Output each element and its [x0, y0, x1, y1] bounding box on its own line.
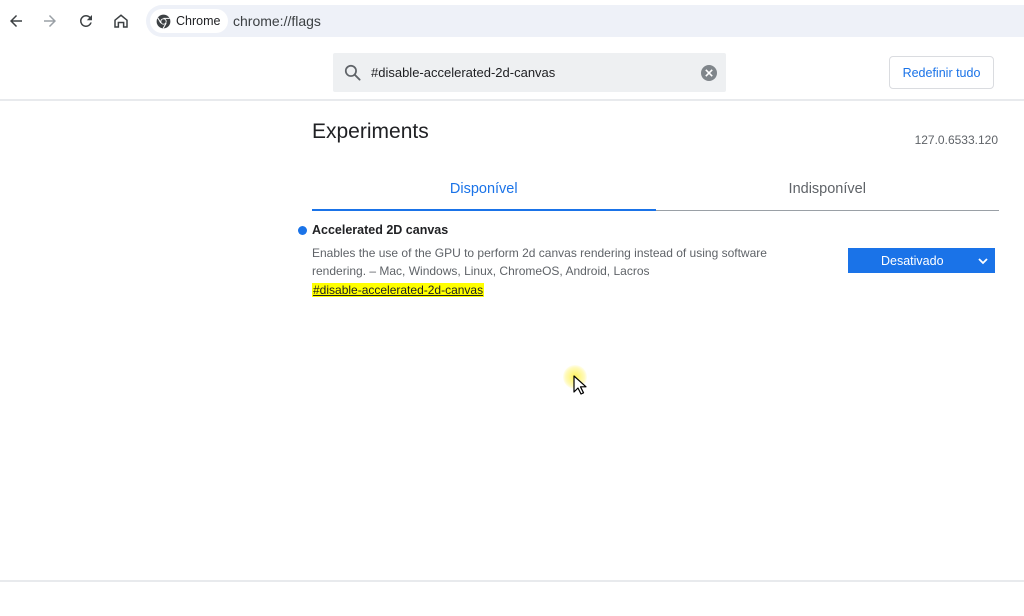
reload-button[interactable]: [73, 8, 99, 34]
page-title: Experiments: [312, 120, 429, 143]
reload-icon: [79, 14, 92, 27]
experiment-description: Enables the use of the GPU to perform 2d…: [312, 246, 767, 278]
url-text[interactable]: chrome://flags: [233, 13, 321, 29]
tab-available[interactable]: Disponível: [312, 168, 656, 211]
tab-unavailable[interactable]: Indisponível: [656, 168, 1000, 210]
clear-search-button[interactable]: [701, 65, 717, 81]
close-icon: [705, 69, 713, 77]
chrome-logo-icon: [156, 14, 171, 29]
tab-bar: Disponível Indisponível: [312, 168, 999, 211]
mouse-pointer-icon: [573, 375, 587, 395]
forward-button[interactable]: [37, 8, 63, 34]
reset-all-button[interactable]: Redefinir tudo: [889, 56, 994, 89]
address-bar[interactable]: Chrome chrome://flags: [146, 5, 1024, 37]
site-info-chip[interactable]: Chrome: [150, 9, 229, 33]
chevron-down-icon: [978, 258, 988, 265]
modified-indicator-dot: [298, 226, 307, 235]
experiment-title: Accelerated 2D canvas: [312, 223, 449, 237]
select-value: Desativado: [881, 253, 944, 268]
arrow-right-icon: [44, 15, 56, 27]
home-button[interactable]: [108, 8, 134, 34]
site-chip-label: Chrome: [176, 14, 221, 28]
arrow-left-icon: [10, 15, 22, 27]
search-icon: [344, 64, 361, 81]
experiment-permalink[interactable]: #disable-accelerated-2d-canvas: [312, 283, 485, 297]
flags-header: Redefinir tudo: [0, 43, 1024, 101]
experiment-state-select[interactable]: Desativado: [848, 248, 995, 273]
browser-toolbar: Chrome chrome://flags: [0, 0, 1024, 42]
search-box[interactable]: [333, 53, 726, 92]
search-input[interactable]: [369, 61, 689, 83]
version-label: 127.0.6533.120: [914, 133, 998, 147]
back-button[interactable]: [3, 8, 29, 34]
home-icon: [114, 14, 128, 28]
bottom-divider: [0, 580, 1024, 582]
